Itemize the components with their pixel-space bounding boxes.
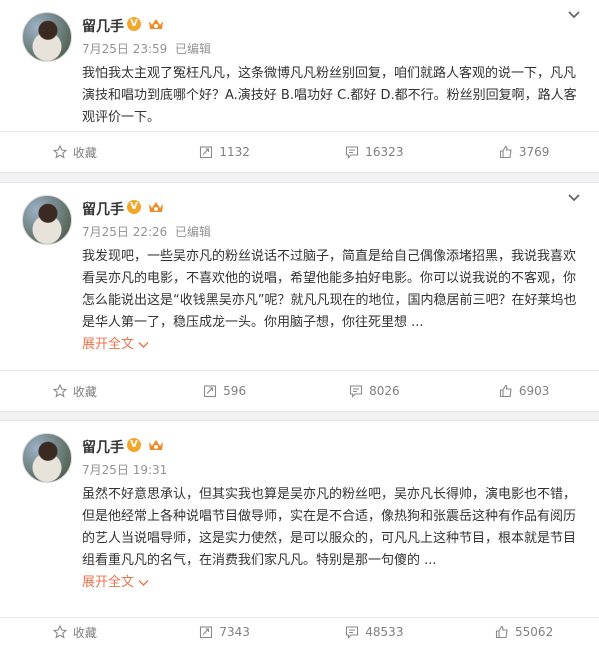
repost-icon (200, 146, 213, 159)
chevron-down-icon (138, 579, 149, 586)
star-icon (52, 384, 67, 398)
comment-icon (350, 385, 363, 398)
post-time: 7月25日 19:31 (82, 461, 167, 478)
thumbs-up-icon (499, 145, 512, 159)
post-text: 虽然不好意思承认，但其实我也算是吴亦凡的粉丝吧，吴亦凡长得帅，演电影也不错，但是… (82, 484, 582, 594)
chevron-down-icon[interactable] (567, 191, 581, 205)
weibo-post: 留几手 V 7月25日 23:59 已编辑 我怕我太主观了冤枉凡凡，这条微博凡凡… (0, 0, 599, 173)
like-count: 55062 (515, 625, 554, 639)
repost-count: 1132 (219, 145, 250, 159)
vip-crown-icon (149, 19, 163, 29)
weibo-post: 留几手 V 7月25日 22:26 已编辑 我发现吧，一些吴亦凡的粉丝说话不过脑… (0, 182, 599, 412)
author-name[interactable]: 留几手 (82, 199, 124, 219)
avatar[interactable] (22, 433, 72, 483)
like-count: 3769 (518, 145, 550, 159)
avatar[interactable] (22, 12, 72, 62)
favorite-label: 收藏 (72, 145, 97, 160)
avatar[interactable] (22, 195, 72, 245)
comment-count: 48533 (365, 625, 404, 639)
timestamp[interactable]: 7月25日 22:26 (82, 225, 167, 239)
expand-full-text-link[interactable]: 展开全文 (82, 337, 149, 352)
chevron-down-icon (138, 341, 149, 348)
action-bar: 收藏 1132 16323 3769 (0, 131, 599, 172)
comment-count: 8026 (369, 384, 400, 398)
timestamp[interactable]: 7月25日 19:31 (82, 463, 167, 477)
verified-v-icon: V (127, 200, 141, 214)
expand-label: 展开全文 (82, 337, 135, 352)
repost-count: 596 (223, 384, 247, 398)
author-name[interactable]: 留几手 (82, 437, 124, 457)
favorite-button[interactable]: 收藏 (0, 132, 150, 172)
star-icon (52, 625, 67, 639)
comment-icon (346, 146, 359, 159)
edited-label: 已编辑 (174, 225, 211, 239)
post-text: 我怕我太主观了冤枉凡凡，这条微博凡凡粉丝别回复，咱们就路人客观的说一下，凡凡演技… (82, 66, 577, 125)
thumbs-up-icon (495, 625, 508, 639)
vip-crown-icon (149, 440, 163, 450)
repost-button[interactable]: 1132 (150, 132, 300, 172)
comment-button[interactable]: 8026 (300, 371, 450, 411)
verified-v-icon: V (127, 438, 141, 452)
verified-v-icon: V (127, 17, 141, 31)
comment-button[interactable]: 16323 (300, 132, 450, 172)
favorite-button[interactable]: 收藏 (0, 371, 150, 411)
weibo-post: 留几手 V 7月25日 19:31 虽然不好意思承认，但其实我也算是吴亦凡的粉丝… (0, 420, 599, 646)
repost-count: 7343 (219, 625, 250, 639)
repost-button[interactable]: 596 (150, 371, 300, 411)
post-text-body: 我发现吧，一些吴亦凡的粉丝说话不过脑子，简直是给自己偶像添堵招黑，我说我喜欢看吴… (82, 249, 577, 330)
post-time: 7月25日 22:26 已编辑 (82, 223, 211, 240)
like-button[interactable]: 6903 (449, 371, 599, 411)
repost-icon (200, 626, 213, 639)
comment-button[interactable]: 48533 (300, 618, 450, 646)
timestamp[interactable]: 7月25日 23:59 (82, 42, 167, 56)
post-text: 我发现吧，一些吴亦凡的粉丝说话不过脑子，简直是给自己偶像添堵招黑，我说我喜欢看吴… (82, 246, 582, 356)
repost-icon (204, 385, 217, 398)
vip-crown-icon (149, 202, 163, 212)
expand-full-text-link[interactable]: 展开全文 (82, 575, 149, 590)
like-count: 6903 (518, 384, 550, 398)
comment-icon (346, 626, 359, 639)
like-button[interactable]: 55062 (449, 618, 599, 646)
favorite-label: 收藏 (72, 384, 97, 399)
edited-label: 已编辑 (174, 42, 211, 56)
post-text-body: 虽然不好意思承认，但其实我也算是吴亦凡的粉丝吧，吴亦凡长得帅，演电影也不错，但是… (82, 487, 577, 568)
author-name[interactable]: 留几手 (82, 16, 124, 36)
action-bar: 收藏 596 8026 6903 (0, 370, 599, 411)
star-icon (52, 145, 67, 159)
like-button[interactable]: 3769 (449, 132, 599, 172)
post-time: 7月25日 23:59 已编辑 (82, 40, 211, 57)
thumbs-up-icon (499, 384, 512, 398)
favorite-button[interactable]: 收藏 (0, 618, 150, 646)
repost-button[interactable]: 7343 (150, 618, 300, 646)
chevron-down-icon[interactable] (567, 8, 581, 22)
favorite-label: 收藏 (72, 625, 97, 640)
expand-label: 展开全文 (82, 575, 135, 590)
action-bar: 收藏 7343 48533 55062 (0, 617, 599, 646)
comment-count: 16323 (365, 145, 404, 159)
